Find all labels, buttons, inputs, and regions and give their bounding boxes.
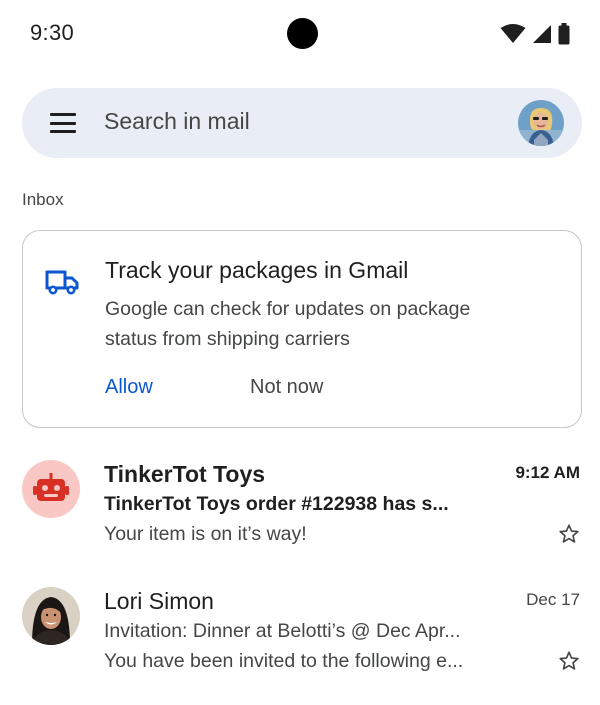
sender-avatar[interactable] — [22, 587, 80, 645]
status-icons — [500, 22, 570, 46]
robot-icon — [33, 473, 69, 501]
wifi-icon — [500, 24, 526, 43]
email-snippet: You have been invited to the following e… — [104, 650, 464, 672]
sender-avatar[interactable] — [22, 460, 80, 518]
sender-name: TinkerTot Toys — [104, 461, 266, 487]
star-icon[interactable] — [558, 650, 580, 672]
not-now-button[interactable]: Not now — [250, 376, 323, 399]
email-subject: TinkerTot Toys order #122938 has s... — [104, 493, 449, 515]
allow-button[interactable]: Allow — [105, 376, 153, 399]
package-tracking-card: Track your packages in Gmail Google can … — [22, 230, 582, 428]
account-avatar[interactable] — [518, 100, 564, 146]
search-input[interactable]: Search in mail — [104, 108, 250, 135]
truck-icon — [45, 270, 79, 295]
sender-name: Lori Simon — [104, 588, 214, 614]
email-subject: Invitation: Dinner at Belotti’s @ Dec Ap… — [104, 620, 461, 642]
star-icon[interactable] — [558, 523, 580, 545]
status-bar: 9:30 — [0, 0, 600, 70]
battery-icon — [558, 23, 570, 45]
email-date: Dec 17 — [526, 590, 580, 609]
email-date: 9:12 AM — [515, 463, 580, 482]
cell-signal-icon — [533, 25, 551, 43]
card-description: Google can check for updates on package … — [105, 298, 471, 350]
contact-photo — [22, 587, 80, 645]
hamburger-menu-icon[interactable] — [48, 110, 78, 136]
search-bar[interactable]: Search in mail — [22, 88, 582, 158]
inbox-label: Inbox — [22, 190, 64, 209]
email-snippet: Your item is on it’s way! — [104, 523, 307, 545]
camera-cutout — [287, 18, 318, 49]
status-time: 9:30 — [30, 20, 75, 45]
email-row[interactable]: TinkerTot Toys 9:12 AM TinkerTot Toys or… — [0, 455, 600, 565]
email-row[interactable]: Lori Simon Dec 17 Invitation: Dinner at … — [0, 582, 600, 692]
card-title: Track your packages in Gmail — [105, 257, 409, 283]
